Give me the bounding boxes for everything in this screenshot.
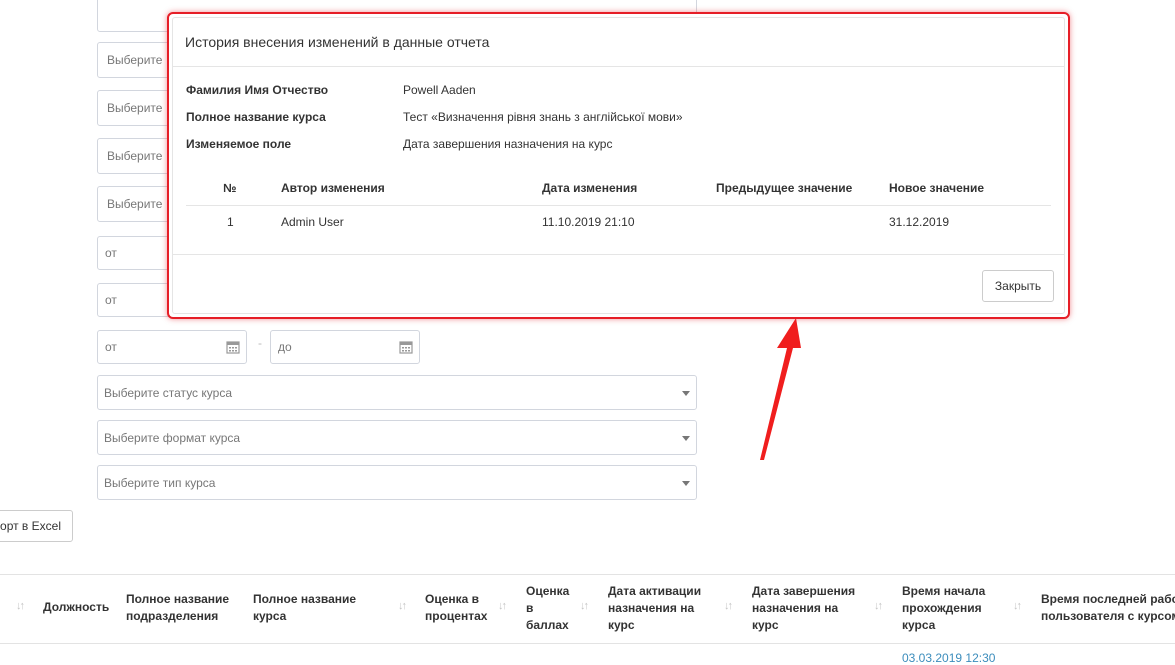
range-from-label: от xyxy=(105,293,117,307)
history-row-date: 11.10.2019 21:10 xyxy=(542,215,635,229)
course-type-select[interactable]: Выберите тип курса xyxy=(97,465,697,500)
export-excel-button[interactable]: орт в Excel xyxy=(0,510,73,542)
column-header-line: процентах xyxy=(425,609,488,623)
date-range-dash: - xyxy=(258,336,262,350)
column-header-line: курс xyxy=(608,618,635,632)
chevron-down-icon xyxy=(682,480,690,486)
column-header-line: курса xyxy=(902,618,936,632)
column-header-line: баллах xyxy=(526,618,569,632)
calendar-icon[interactable] xyxy=(399,340,413,354)
annotation-arrow xyxy=(760,318,801,460)
course-status-select[interactable]: Выберите статус курса xyxy=(97,375,697,410)
column-header-line: назначения на xyxy=(752,601,839,615)
column-header-line: курса xyxy=(253,609,287,623)
sort-icon[interactable]: ↓↑ xyxy=(874,600,883,612)
field-label-changed-field: Изменяемое поле xyxy=(186,137,292,151)
course-format-select[interactable]: Выберите формат курса xyxy=(97,420,697,455)
sort-icon[interactable]: ↓↑ xyxy=(580,600,589,612)
sort-icon[interactable]: ↓↑ xyxy=(1013,600,1022,612)
column-header-line: Дата завершения xyxy=(752,584,856,598)
column-header-line: Дата активации xyxy=(608,584,702,598)
header-bottom-border xyxy=(0,643,1175,644)
range-from-label: от xyxy=(105,246,117,260)
history-header-author: Автор изменения xyxy=(281,181,385,195)
date-from-input[interactable]: от xyxy=(97,330,247,364)
close-button-label: Закрыть xyxy=(994,279,1042,293)
field-label-full-name: Фамилия Имя Отчество xyxy=(186,83,329,97)
chevron-down-icon xyxy=(682,435,690,441)
column-header-line: пользователя с курсом xyxy=(1041,609,1175,623)
date-to-input[interactable]: до xyxy=(270,330,420,364)
field-value-changed-field: Дата завершения назначения на курс xyxy=(403,137,613,151)
filter-select-3-placeholder: Выберите xyxy=(107,149,163,163)
field-label-course-name: Полное название курса xyxy=(186,110,326,124)
history-row-number: 1 xyxy=(227,215,234,229)
sort-icon[interactable]: ↓↑ xyxy=(498,600,507,612)
modal-header-divider xyxy=(173,66,1064,67)
history-header-new: Новое значение xyxy=(889,181,985,195)
field-value-full-name: Powell Aaden xyxy=(403,83,476,97)
column-header-line: в xyxy=(526,601,534,615)
column-header-score-points[interactable]: Оценка в баллах xyxy=(526,583,569,634)
column-header-line: Время последней рабо xyxy=(1041,592,1175,606)
column-header-activation-date[interactable]: Дата активации назначения на курс xyxy=(608,583,701,634)
history-header-previous: Предыдущее значение xyxy=(716,181,853,195)
column-header-line: Полное название xyxy=(126,592,230,606)
modal-title: История внесения изменений в данные отче… xyxy=(185,34,490,50)
column-header-line: Время начала xyxy=(902,584,986,598)
column-header-score-percent[interactable]: Оценка в процентах xyxy=(425,591,487,625)
column-header-line: прохождения xyxy=(902,601,982,615)
chevron-down-icon xyxy=(682,390,690,396)
column-header-text: Должность xyxy=(43,600,110,614)
column-header-line: подразделения xyxy=(126,609,219,623)
calendar-icon[interactable] xyxy=(226,340,240,354)
sort-icon[interactable]: ↓↑ xyxy=(398,600,407,612)
sort-icon[interactable]: ↓↑ xyxy=(16,600,25,612)
history-row-new: 31.12.2019 xyxy=(889,215,950,229)
change-history-modal: История внесения изменений в данные отче… xyxy=(167,12,1070,319)
filter-select-1-placeholder: Выберите xyxy=(107,53,163,67)
course-type-placeholder: Выберите тип курса xyxy=(104,475,216,490)
course-format-placeholder: Выберите формат курса xyxy=(104,430,241,445)
date-to-label: до xyxy=(278,340,292,354)
export-excel-label: орт в Excel xyxy=(0,519,61,533)
modal-footer-divider xyxy=(173,254,1064,255)
history-header-number: № xyxy=(223,181,237,195)
course-status-placeholder: Выберите статус курса xyxy=(104,385,232,400)
history-header-date: Дата изменения xyxy=(542,181,638,195)
column-header-line: Оценка в xyxy=(425,592,480,606)
column-header-line: курс xyxy=(752,618,779,632)
column-header-position[interactable]: Должность xyxy=(43,599,109,616)
filter-select-4-placeholder: Выберите xyxy=(107,197,163,211)
history-row-author: Admin User xyxy=(281,215,344,229)
sort-icon[interactable]: ↓↑ xyxy=(724,600,733,612)
history-table-divider xyxy=(186,205,1051,206)
date-from-label: от xyxy=(105,340,117,354)
column-header-department[interactable]: Полное название подразделения xyxy=(126,591,229,625)
column-header-completion-date[interactable]: Дата завершения назначения на курс xyxy=(752,583,855,634)
column-header-course-name[interactable]: Полное название курса xyxy=(253,591,356,625)
close-button[interactable]: Закрыть xyxy=(982,270,1054,302)
column-header-line: назначения на xyxy=(608,601,695,615)
column-header-line: Оценка xyxy=(526,584,570,598)
field-value-course-name: Тест «Визначення рівня знань з англійськ… xyxy=(403,110,683,124)
column-header-start-time[interactable]: Время начала прохождения курса xyxy=(902,583,985,634)
partial-row-value[interactable]: 03.03.2019 12:30 xyxy=(902,651,995,665)
column-header-last-activity[interactable]: Время последней рабо пользователя с курс… xyxy=(1041,591,1175,625)
column-header-line: Полное название xyxy=(253,592,357,606)
filter-select-2-placeholder: Выберите xyxy=(107,101,163,115)
modal-content: История внесения изменений в данные отче… xyxy=(172,17,1065,314)
